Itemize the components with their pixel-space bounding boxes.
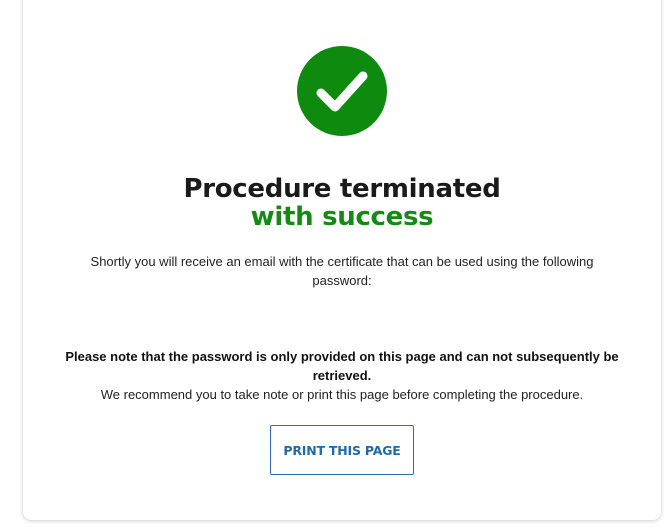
info-text: Shortly you will receive an email with t… — [90, 254, 594, 288]
page-subtitle: with success — [250, 202, 434, 232]
print-page-button[interactable]: PRINT THIS PAGE — [270, 425, 414, 475]
password-warning: Please note that the password is only pr… — [65, 349, 619, 383]
check-circle-icon — [297, 46, 387, 136]
page-title: Procedure terminated — [183, 174, 501, 204]
page: Procedure terminated with success Shortl… — [0, 0, 666, 527]
checkmark-icon — [316, 71, 368, 112]
print-recommendation: We recommend you to take note or print t… — [100, 387, 584, 402]
result-card: Procedure terminated with success Shortl… — [23, 0, 661, 520]
